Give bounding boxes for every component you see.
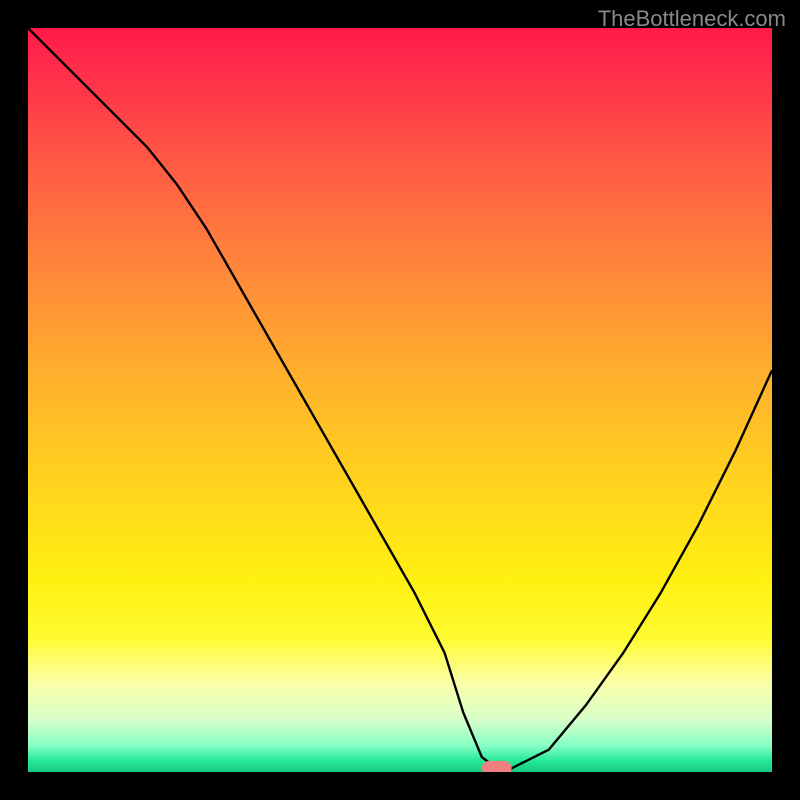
chart-frame: TheBottleneck.com xyxy=(0,0,800,800)
bottleneck-chart xyxy=(0,0,800,800)
watermark-text: TheBottleneck.com xyxy=(598,6,786,32)
